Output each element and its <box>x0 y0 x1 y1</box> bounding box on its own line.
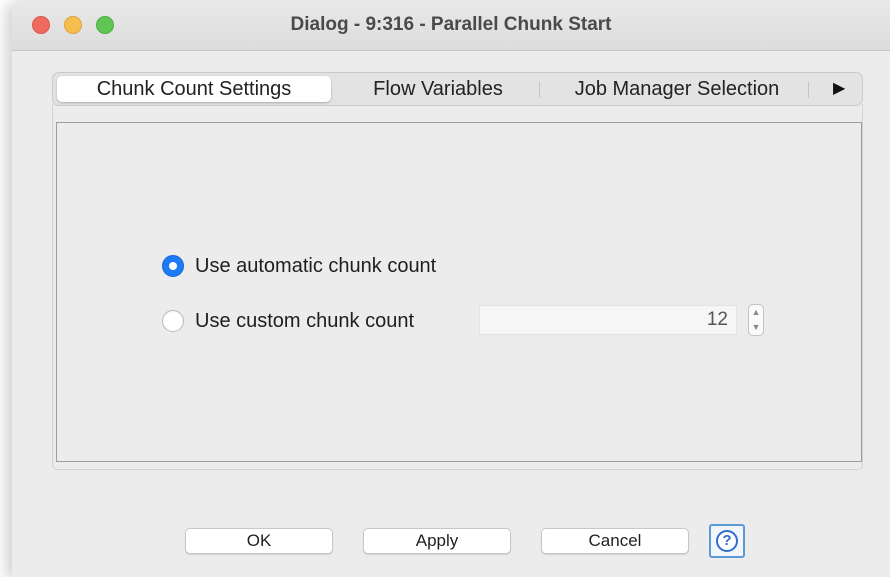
ok-button[interactable]: OK <box>185 528 333 554</box>
apply-button[interactable]: Apply <box>363 528 511 554</box>
dialog-window: Dialog - 9:316 - Parallel Chunk Start Ch… <box>12 0 890 577</box>
tab-job-manager-selection[interactable]: Job Manager Selection <box>555 76 799 102</box>
chunk-count-stepper[interactable]: ▲ ▼ <box>748 304 764 336</box>
tab-separator <box>808 82 809 98</box>
settings-panel <box>56 122 862 462</box>
automatic-chunk-count-radio[interactable] <box>162 255 184 277</box>
help-button[interactable]: ? <box>709 524 745 558</box>
custom-chunk-count-input[interactable]: 12 <box>479 305 737 335</box>
chevron-up-icon[interactable]: ▲ <box>749 305 763 320</box>
automatic-chunk-count-label: Use automatic chunk count <box>195 254 437 277</box>
title-bar[interactable]: Dialog - 9:316 - Parallel Chunk Start <box>12 0 890 51</box>
custom-chunk-count-radio[interactable] <box>162 310 184 332</box>
tab-separator <box>539 82 540 98</box>
cancel-button[interactable]: Cancel <box>541 528 689 554</box>
window-title: Dialog - 9:316 - Parallel Chunk Start <box>290 14 612 35</box>
automatic-chunk-count-option[interactable]: Use automatic chunk count <box>162 253 436 279</box>
help-icon: ? <box>716 530 738 552</box>
tab-chunk-count-settings[interactable]: Chunk Count Settings <box>57 76 331 102</box>
custom-chunk-count-label: Use custom chunk count <box>195 309 414 332</box>
tab-overflow-arrow-icon[interactable]: ▶ <box>833 76 845 102</box>
tab-bar: Chunk Count Settings Flow Variables Job … <box>52 72 863 106</box>
tab-flow-variables[interactable]: Flow Variables <box>343 76 533 102</box>
chevron-down-icon[interactable]: ▼ <box>749 320 763 335</box>
custom-chunk-count-option[interactable]: Use custom chunk count <box>162 308 414 334</box>
